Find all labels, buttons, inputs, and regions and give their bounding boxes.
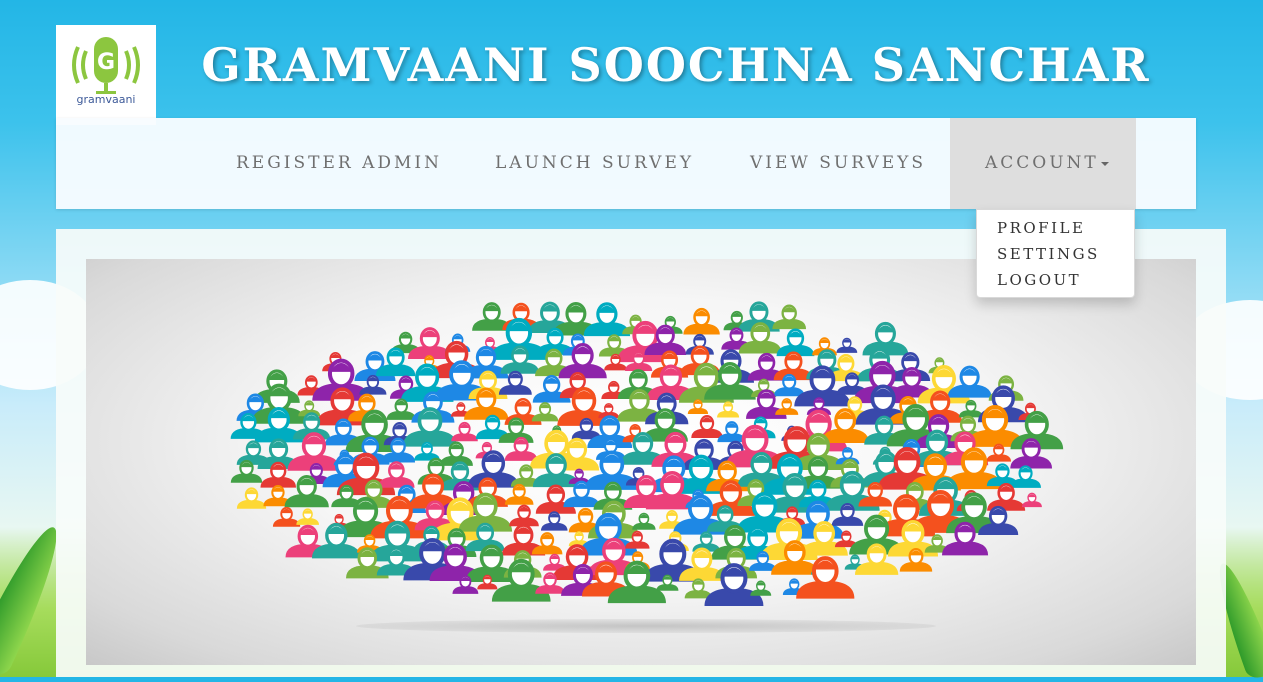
avatar-figure <box>509 504 539 527</box>
avatar-figure <box>531 402 559 422</box>
avatar-figure <box>1021 492 1042 508</box>
nav-account-label: ACCOUNT <box>985 153 1099 173</box>
avatar-figure <box>986 443 1012 462</box>
account-dropdown-menu: PROFILE SETTINGS LOGOUT <box>976 209 1135 298</box>
menu-item-settings[interactable]: SETTINGS <box>977 244 1134 270</box>
avatar-figure <box>683 307 720 335</box>
avatar-figure <box>775 398 799 415</box>
avatar-figure <box>378 461 415 488</box>
people-avatars-cloud-icon <box>230 301 1064 607</box>
avatar-figure <box>772 304 807 330</box>
avatar-figure <box>632 512 656 530</box>
avatar-figure <box>386 398 416 420</box>
avatar-figure <box>296 508 319 525</box>
avatar-figure <box>684 578 713 599</box>
nav-register-admin[interactable]: REGISTER ADMIN <box>236 118 442 209</box>
nav-account-dropdown[interactable]: ACCOUNT <box>950 118 1136 209</box>
avatar-figure <box>717 401 740 418</box>
nav-launch-survey[interactable]: LAUNCH SURVEY <box>495 118 694 209</box>
microphone-signal-icon: G <box>72 37 140 94</box>
avatar-figure <box>531 532 563 555</box>
nav-view-surveys[interactable]: VIEW SURVEYS <box>750 118 926 209</box>
site-title: GRAMVAANI SOOCHNA SANCHAR <box>201 38 1151 92</box>
avatar-figure <box>750 580 772 596</box>
menu-item-logout[interactable]: LOGOUT <box>977 270 1134 296</box>
logo-text: gramvaani <box>76 93 136 106</box>
avatar-figure <box>1010 465 1041 488</box>
navbar: REGISTER ADMIN LAUNCH SURVEY VIEW SURVEY… <box>56 118 1196 209</box>
avatar-figure <box>691 415 723 438</box>
avatar-figure <box>836 337 858 353</box>
menu-item-profile[interactable]: PROFILE <box>977 218 1134 244</box>
avatar-figure <box>451 421 478 442</box>
gramvaani-logo[interactable]: G gramvaani <box>56 25 156 125</box>
avatar-figure <box>272 506 301 527</box>
hero-image <box>86 259 1196 665</box>
avatar-figure <box>540 511 568 531</box>
caret-down-icon <box>1100 161 1109 166</box>
svg-text:G: G <box>97 50 115 75</box>
avatar-figure <box>236 487 267 509</box>
avatar-figure <box>504 483 534 505</box>
